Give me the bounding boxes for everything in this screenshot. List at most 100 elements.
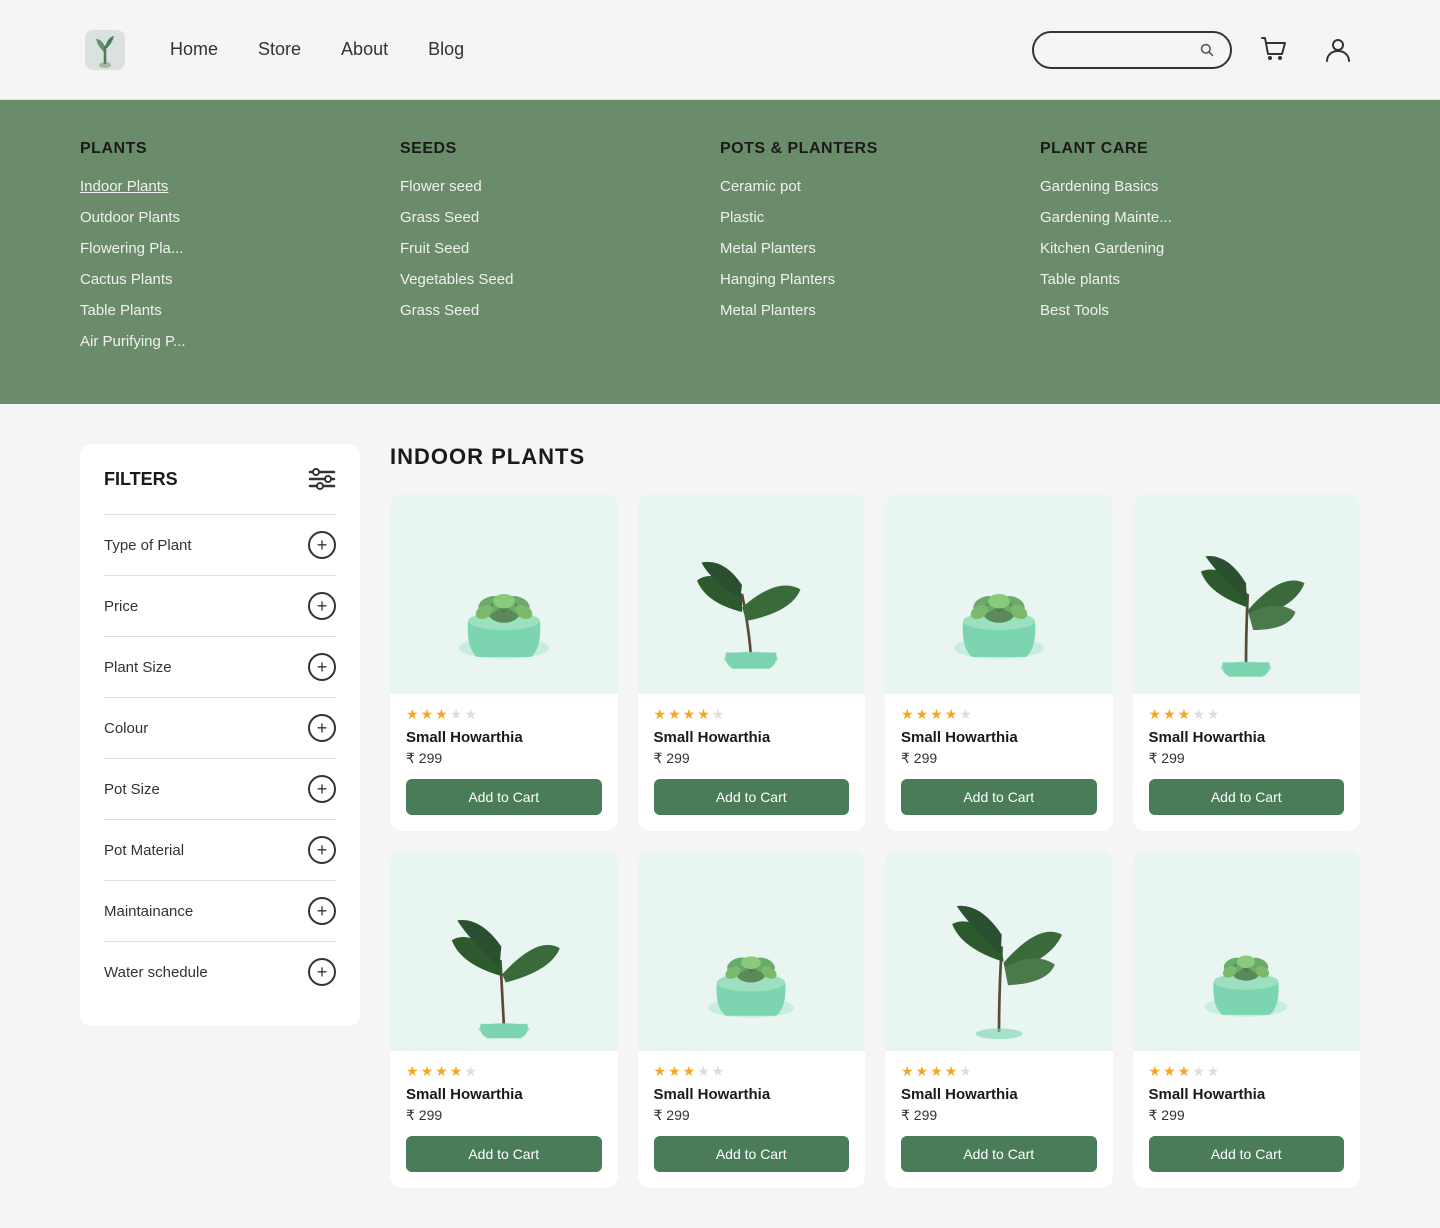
product-info-3: ★ ★ ★ ★ ★ Small Howarthia ₹ 299 [885, 694, 1113, 767]
dropdown-indoor-plants[interactable]: Indoor Plants [80, 178, 400, 195]
dropdown-ceramic-pot[interactable]: Ceramic pot [720, 178, 1040, 195]
dropdown-grass-seed-2[interactable]: Grass Seed [400, 302, 720, 319]
product-name-4: Small Howarthia [1149, 729, 1345, 746]
nav-home[interactable]: Home [170, 39, 218, 60]
dropdown-metal-planters-1[interactable]: Metal Planters [720, 240, 1040, 257]
star-1: ★ [406, 706, 419, 723]
product-stars-2: ★ ★ ★ ★ ★ [654, 706, 850, 723]
filter-maintainance[interactable]: Maintainance + [104, 880, 336, 941]
product-name-6: Small Howarthia [654, 1086, 850, 1103]
product-card-3: ★ ★ ★ ★ ★ Small Howarthia ₹ 299 Add to C… [885, 494, 1113, 831]
product-card-4: ★ ★ ★ ★ ★ Small Howarthia ₹ 299 Add to C… [1133, 494, 1361, 831]
dropdown-hanging-planters[interactable]: Hanging Planters [720, 271, 1040, 288]
add-to-cart-btn-4[interactable]: Add to Cart [1149, 779, 1345, 815]
dropdown-gardening-maintenance[interactable]: Gardening Mainte... [1040, 209, 1360, 226]
filter-pot-size[interactable]: Pot Size + [104, 758, 336, 819]
star-5: ★ [1207, 1063, 1220, 1080]
dropdown-fruit-seed[interactable]: Fruit Seed [400, 240, 720, 257]
filter-plant-size-label: Plant Size [104, 659, 172, 676]
dropdown-flowering-plants[interactable]: Flowering Pla... [80, 240, 400, 257]
star-2: ★ [1163, 1063, 1176, 1080]
filter-pot-size-expand[interactable]: + [308, 775, 336, 803]
product-image-7 [885, 851, 1113, 1051]
filter-price[interactable]: Price + [104, 575, 336, 636]
star-4: ★ [1192, 706, 1205, 723]
product-info-6: ★ ★ ★ ★ ★ Small Howarthia ₹ 299 [638, 1051, 866, 1124]
product-card-5: ★ ★ ★ ★ ★ Small Howarthia ₹ 299 Add to C… [390, 851, 618, 1188]
dropdown-kitchen-gardening[interactable]: Kitchen Gardening [1040, 240, 1360, 257]
add-to-cart-btn-6[interactable]: Add to Cart [654, 1136, 850, 1172]
star-5: ★ [959, 706, 972, 723]
dropdown-table-plants-care[interactable]: Table plants [1040, 271, 1360, 288]
product-image-5 [390, 851, 618, 1051]
dropdown-pots-title: POTS & PLANTERS [720, 140, 1040, 158]
add-to-cart-btn-1[interactable]: Add to Cart [406, 779, 602, 815]
cart-button[interactable] [1252, 28, 1296, 72]
product-image-4 [1133, 494, 1361, 694]
search-box[interactable] [1032, 31, 1232, 69]
add-to-cart-btn-5[interactable]: Add to Cart [406, 1136, 602, 1172]
filter-colour-expand[interactable]: + [308, 714, 336, 742]
add-to-cart-btn-2[interactable]: Add to Cart [654, 779, 850, 815]
header: Home Store About Blog [0, 0, 1440, 100]
star-3: ★ [930, 706, 943, 723]
product-price-4: ₹ 299 [1149, 750, 1345, 767]
dropdown-gardening-basics[interactable]: Gardening Basics [1040, 178, 1360, 195]
filter-plant-size-expand[interactable]: + [308, 653, 336, 681]
star-3: ★ [1178, 1063, 1191, 1080]
dropdown-outdoor-plants[interactable]: Outdoor Plants [80, 209, 400, 226]
star-4: ★ [697, 1063, 710, 1080]
dropdown-grass-seed-1[interactable]: Grass Seed [400, 209, 720, 226]
filter-maintainance-expand[interactable]: + [308, 897, 336, 925]
filter-type-of-plant[interactable]: Type of Plant + [104, 514, 336, 575]
star-1: ★ [406, 1063, 419, 1080]
star-2: ★ [668, 1063, 681, 1080]
dropdown-best-tools[interactable]: Best Tools [1040, 302, 1360, 319]
logo[interactable] [80, 25, 130, 75]
products-grid: ★ ★ ★ ★ ★ Small Howarthia ₹ 299 Add to C… [390, 494, 1360, 1188]
star-4: ★ [697, 706, 710, 723]
dropdown-table-plants[interactable]: Table Plants [80, 302, 400, 319]
filter-type-of-plant-expand[interactable]: + [308, 531, 336, 559]
dropdown-menu: PLANTS Indoor Plants Outdoor Plants Flow… [0, 100, 1440, 404]
dropdown-metal-planters-2[interactable]: Metal Planters [720, 302, 1040, 319]
star-2: ★ [421, 706, 434, 723]
dropdown-vegetables-seed[interactable]: Vegetables Seed [400, 271, 720, 288]
star-4: ★ [945, 1063, 958, 1080]
add-to-cart-btn-7[interactable]: Add to Cart [901, 1136, 1097, 1172]
user-account-button[interactable] [1316, 28, 1360, 72]
add-to-cart-btn-3[interactable]: Add to Cart [901, 779, 1097, 815]
star-2: ★ [916, 706, 929, 723]
filter-plant-size[interactable]: Plant Size + [104, 636, 336, 697]
star-5: ★ [464, 706, 477, 723]
nav-blog[interactable]: Blog [428, 39, 464, 60]
filter-pot-material-expand[interactable]: + [308, 836, 336, 864]
user-icon [1322, 34, 1354, 66]
dropdown-plastic[interactable]: Plastic [720, 209, 1040, 226]
product-price-6: ₹ 299 [654, 1107, 850, 1124]
product-image-3 [885, 494, 1113, 694]
search-input[interactable] [1050, 42, 1200, 58]
filter-pot-material[interactable]: Pot Material + [104, 819, 336, 880]
product-image-1 [390, 494, 618, 694]
product-info-1: ★ ★ ★ ★ ★ Small Howarthia ₹ 299 [390, 694, 618, 767]
filter-colour-label: Colour [104, 720, 148, 737]
dropdown-air-purifying[interactable]: Air Purifying P... [80, 333, 400, 350]
filter-colour[interactable]: Colour + [104, 697, 336, 758]
add-to-cart-btn-8[interactable]: Add to Cart [1149, 1136, 1345, 1172]
product-price-3: ₹ 299 [901, 750, 1097, 767]
filter-price-expand[interactable]: + [308, 592, 336, 620]
filter-water-schedule-expand[interactable]: + [308, 958, 336, 986]
filter-price-label: Price [104, 598, 138, 615]
product-image-2 [638, 494, 866, 694]
nav-store[interactable]: Store [258, 39, 301, 60]
products-section-title: INDOOR PLANTS [390, 444, 1360, 470]
filter-water-schedule[interactable]: Water schedule + [104, 941, 336, 1002]
dropdown-cactus-plants[interactable]: Cactus Plants [80, 271, 400, 288]
dropdown-flower-seed[interactable]: Flower seed [400, 178, 720, 195]
star-4: ★ [450, 706, 463, 723]
nav-about[interactable]: About [341, 39, 388, 60]
dropdown-col-pots: POTS & PLANTERS Ceramic pot Plastic Meta… [720, 140, 1040, 364]
filter-lines-icon[interactable] [308, 468, 336, 490]
product-stars-1: ★ ★ ★ ★ ★ [406, 706, 602, 723]
